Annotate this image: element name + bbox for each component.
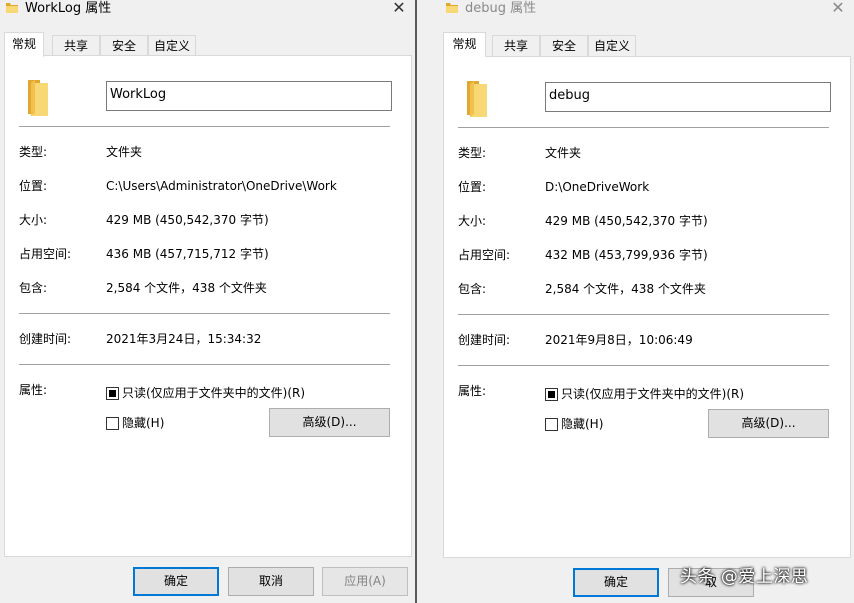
ok-button[interactable]: 确定 xyxy=(133,567,219,596)
location-value: C:\Users\Administrator\OneDrive\Work xyxy=(106,179,337,193)
contains-label: 包含: xyxy=(458,282,487,296)
type-label: 类型: xyxy=(19,145,48,159)
divider xyxy=(458,127,829,128)
divider xyxy=(458,365,829,366)
close-icon[interactable]: ✕ xyxy=(391,0,407,16)
type-value: 文件夹 xyxy=(545,146,582,160)
window-gap xyxy=(415,0,440,603)
hidden-label[interactable]: 隐藏(H) xyxy=(122,415,164,431)
tab-sharing[interactable]: 共享 xyxy=(492,35,540,56)
dialog-title: WorkLog 属性 xyxy=(25,1,112,16)
tab-security[interactable]: 安全 xyxy=(540,35,588,56)
created-label: 创建时间: xyxy=(19,332,72,346)
hidden-label[interactable]: 隐藏(H) xyxy=(561,416,603,432)
watermark: 头条 @爱上深思 xyxy=(680,567,809,587)
folder-name-input[interactable]: WorkLog xyxy=(106,81,392,111)
apply-button[interactable]: 应用(A) xyxy=(322,567,408,596)
title-bar[interactable]: debug 属性 ✕ xyxy=(440,0,854,17)
window-border xyxy=(415,0,417,603)
readonly-label[interactable]: 只读(仅应用于文件夹中的文件)(R) xyxy=(561,386,744,402)
folder-name-input[interactable]: debug xyxy=(545,82,831,112)
dialog-title: debug 属性 xyxy=(465,1,537,16)
location-label: 位置: xyxy=(19,179,48,193)
hidden-checkbox[interactable] xyxy=(106,417,119,430)
folder-icon xyxy=(467,81,487,117)
size-value: 429 MB (450,542,370 字节) xyxy=(106,213,269,227)
tab-sharing[interactable]: 共享 xyxy=(52,35,100,56)
tab-general[interactable]: 常规 xyxy=(4,32,44,57)
size-on-disk-label: 占用空间: xyxy=(458,248,511,262)
size-value: 429 MB (450,542,370 字节) xyxy=(545,214,708,228)
ok-button[interactable]: 确定 xyxy=(573,568,659,597)
size-label: 大小: xyxy=(19,213,48,227)
contains-label: 包含: xyxy=(19,281,48,295)
type-label: 类型: xyxy=(458,146,487,160)
general-tab-panel: debug 类型: 文件夹 位置: D:\OneDriveWork 大小: 42… xyxy=(443,56,851,558)
divider xyxy=(19,126,390,127)
advanced-button[interactable]: 高级(D)... xyxy=(708,409,829,438)
tab-customize[interactable]: 自定义 xyxy=(588,35,636,56)
created-value: 2021年3月24日，15:34:32 xyxy=(106,332,262,346)
location-value: D:\OneDriveWork xyxy=(545,180,650,194)
contains-value: 2,584 个文件，438 个文件夹 xyxy=(106,281,267,295)
folder-icon xyxy=(446,3,458,13)
location-label: 位置: xyxy=(458,180,487,194)
size-on-disk-value: 436 MB (457,715,712 字节) xyxy=(106,247,269,261)
readonly-checkbox[interactable] xyxy=(545,388,558,401)
properties-dialog-debug: debug 属性 ✕ 常规 共享 安全 自定义 debug 类型: 文件夹 位置… xyxy=(440,0,854,603)
attributes-label: 属性: xyxy=(458,384,487,398)
attributes-label: 属性: xyxy=(19,383,48,397)
title-bar[interactable]: WorkLog 属性 ✕ xyxy=(0,0,415,17)
type-value: 文件夹 xyxy=(106,145,143,159)
divider xyxy=(19,313,390,314)
readonly-checkbox[interactable] xyxy=(106,387,119,400)
contains-value: 2,584 个文件，438 个文件夹 xyxy=(545,282,706,296)
general-tab-panel: WorkLog 类型: 文件夹 位置: C:\Users\Administrat… xyxy=(4,55,412,557)
size-on-disk-label: 占用空间: xyxy=(19,247,72,261)
size-label: 大小: xyxy=(458,214,487,228)
advanced-button[interactable]: 高级(D)... xyxy=(269,408,390,437)
properties-dialog-worklog: WorkLog 属性 ✕ 常规 共享 安全 自定义 WorkLog 类型: 文件… xyxy=(0,0,415,603)
folder-icon xyxy=(6,3,18,13)
divider xyxy=(19,364,390,365)
tab-customize[interactable]: 自定义 xyxy=(148,35,196,56)
close-icon[interactable]: ✕ xyxy=(830,0,846,16)
created-value: 2021年9月8日，10:06:49 xyxy=(545,333,693,347)
hidden-checkbox[interactable] xyxy=(545,418,558,431)
folder-icon xyxy=(28,80,48,116)
divider xyxy=(458,314,829,315)
tab-security[interactable]: 安全 xyxy=(100,35,148,56)
cancel-button[interactable]: 取消 xyxy=(228,567,314,596)
readonly-label[interactable]: 只读(仅应用于文件夹中的文件)(R) xyxy=(122,385,305,401)
created-label: 创建时间: xyxy=(458,333,511,347)
size-on-disk-value: 432 MB (453,799,936 字节) xyxy=(545,248,708,262)
tab-general[interactable]: 常规 xyxy=(443,32,486,57)
